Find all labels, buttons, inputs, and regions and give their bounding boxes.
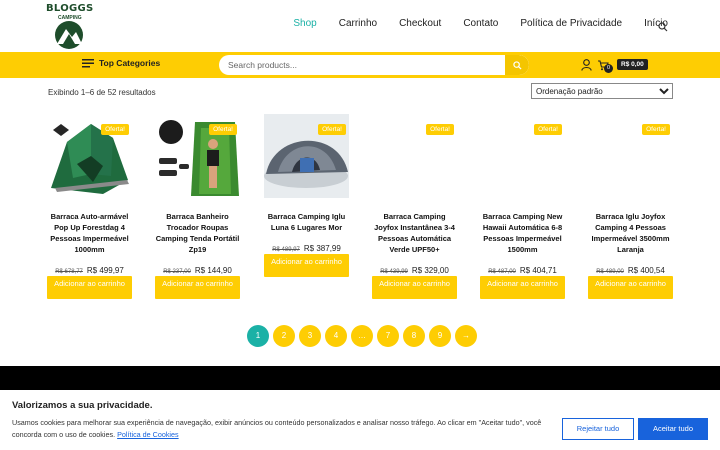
product-title[interactable]: Barraca Iglu Joyfox Camping 4 Pessoas Im… [588, 211, 673, 255]
cart-count-badge: 0 [604, 64, 613, 73]
old-price: R$ 237,00 [163, 269, 191, 275]
product-image[interactable]: Oferta! [372, 114, 457, 198]
sale-badge: Oferta! [101, 124, 129, 135]
sale-badge: Oferta! [642, 124, 670, 135]
page-4-link[interactable]: 4 [325, 325, 347, 347]
sale-badge: Oferta! [318, 124, 346, 135]
header-search-icon[interactable] [658, 19, 668, 37]
add-to-cart-button[interactable]: Adicionar ao carrinho [264, 254, 349, 277]
page-8-link[interactable]: 8 [403, 325, 425, 347]
search-input[interactable] [219, 55, 505, 75]
product-image[interactable]: Oferta! [264, 114, 349, 198]
add-to-cart-button[interactable]: Adicionar ao carrinho [47, 276, 132, 299]
list-icon [82, 58, 94, 67]
site-header: BLOGGS CAMPING Shop Carrinho Checkout Co… [0, 0, 720, 52]
product-title[interactable]: Barraca Camping Joyfox Instantânea 3-4 P… [372, 211, 457, 255]
page-3-link[interactable]: 3 [299, 325, 321, 347]
result-count: Exibindo 1–6 de 52 resultados [48, 88, 156, 97]
product-grid: Oferta! Barraca Auto-armável Pop Up Fore… [47, 114, 673, 304]
sale-price: R$ 144,90 [194, 266, 232, 275]
site-logo[interactable]: BLOGGS CAMPING [44, 3, 94, 50]
top-categories-label: Top Categories [99, 58, 161, 68]
nav-item-contato[interactable]: Contato [463, 18, 498, 29]
cookie-text: Usamos cookies para melhorar sua experiê… [12, 418, 542, 439]
add-to-cart-button[interactable]: Adicionar ao carrinho [480, 276, 565, 299]
cookie-banner: Valorizamos a sua privacidade. Usamos co… [0, 390, 720, 450]
product-card: Oferta! Barraca Camping New Hawaii Autom… [480, 114, 565, 304]
user-icon[interactable] [581, 58, 592, 76]
sale-price: R$ 329,00 [411, 266, 449, 275]
product-card: Oferta! Barraca Auto-armável Pop Up Fore… [47, 114, 132, 304]
accept-all-button[interactable]: Aceitar tudo [638, 418, 708, 440]
reject-all-button[interactable]: Rejeitar tudo [562, 418, 634, 440]
old-price: R$ 678,77 [55, 269, 83, 275]
sale-price: R$ 499,97 [86, 266, 124, 275]
page: BLOGGS CAMPING Shop Carrinho Checkout Co… [0, 0, 720, 450]
product-search [219, 55, 529, 75]
page-7-link[interactable]: 7 [377, 325, 399, 347]
product-title[interactable]: Barraca Camping New Hawaii Automática 6-… [480, 211, 565, 255]
old-price: R$ 489,00 [596, 269, 624, 275]
add-to-cart-button[interactable]: Adicionar ao carrinho [155, 276, 240, 299]
page-ellipsis: … [351, 325, 373, 347]
search-button[interactable] [505, 55, 529, 75]
sale-price: R$ 387,99 [303, 244, 341, 253]
sale-price: R$ 404,71 [519, 266, 557, 275]
nav-item-shop[interactable]: Shop [293, 18, 316, 29]
site-footer [0, 366, 720, 390]
old-price: R$ 489,97 [272, 247, 300, 253]
product-card: Oferta! Barraca Camping Iglu Luna 6 Luga… [264, 114, 349, 304]
nav-item-carrinho[interactable]: Carrinho [339, 18, 377, 29]
product-title[interactable]: Barraca Auto-armável Pop Up Forestdag 4 … [47, 211, 132, 255]
old-price: R$ 487,00 [488, 269, 516, 275]
main-nav: Shop Carrinho Checkout Contato Política … [293, 18, 668, 29]
logo-mountain-icon [55, 21, 83, 49]
category-search-bar: Top Categories 0 R$ 0,00 [0, 52, 720, 78]
product-card: Oferta! Barraca Camping Joyfox Instantân… [372, 114, 457, 304]
product-image[interactable]: Oferta! [588, 114, 673, 198]
cookie-title: Valorizamos a sua privacidade. [12, 400, 153, 411]
sale-badge: Oferta! [426, 124, 454, 135]
nav-item-checkout[interactable]: Checkout [399, 18, 441, 29]
cookie-policy-link[interactable]: Política de Cookies [117, 430, 179, 439]
product-title[interactable]: Barraca Banheiro Trocador Roupas Camping… [155, 211, 240, 255]
product-title[interactable]: Barraca Camping Iglu Luna 6 Lugares Mor [264, 211, 349, 233]
page-2-link[interactable]: 2 [273, 325, 295, 347]
cart-total[interactable]: R$ 0,00 [617, 59, 648, 70]
page-9-link[interactable]: 9 [429, 325, 451, 347]
old-price: R$ 439,99 [380, 269, 408, 275]
product-card: Oferta! Barraca Banheiro Trocador Roupas… [155, 114, 240, 304]
nav-item-privacidade[interactable]: Política de Privacidade [520, 18, 622, 29]
product-image[interactable]: Oferta! [47, 114, 132, 198]
add-to-cart-button[interactable]: Adicionar ao carrinho [588, 276, 673, 299]
cookie-message: Usamos cookies para melhorar sua experiê… [12, 417, 552, 441]
next-page-button[interactable]: → [455, 325, 477, 347]
product-card: Oferta! Barraca Iglu Joyfox Camping 4 Pe… [588, 114, 673, 304]
sale-badge: Oferta! [209, 124, 237, 135]
search-icon [512, 60, 522, 70]
page-1-current[interactable]: 1 [247, 325, 269, 347]
pagination: 1 2 3 4 … 7 8 9 → [247, 325, 477, 347]
product-image[interactable]: Oferta! [480, 114, 565, 198]
top-categories-button[interactable]: Top Categories [82, 58, 160, 68]
logo-name: BLOGGS [46, 3, 94, 14]
add-to-cart-button[interactable]: Adicionar ao carrinho [372, 276, 457, 299]
sale-badge: Oferta! [534, 124, 562, 135]
product-image[interactable]: Oferta! [155, 114, 240, 198]
sale-price: R$ 400,54 [627, 266, 665, 275]
ordering-select[interactable]: Ordenação padrão [531, 83, 673, 99]
